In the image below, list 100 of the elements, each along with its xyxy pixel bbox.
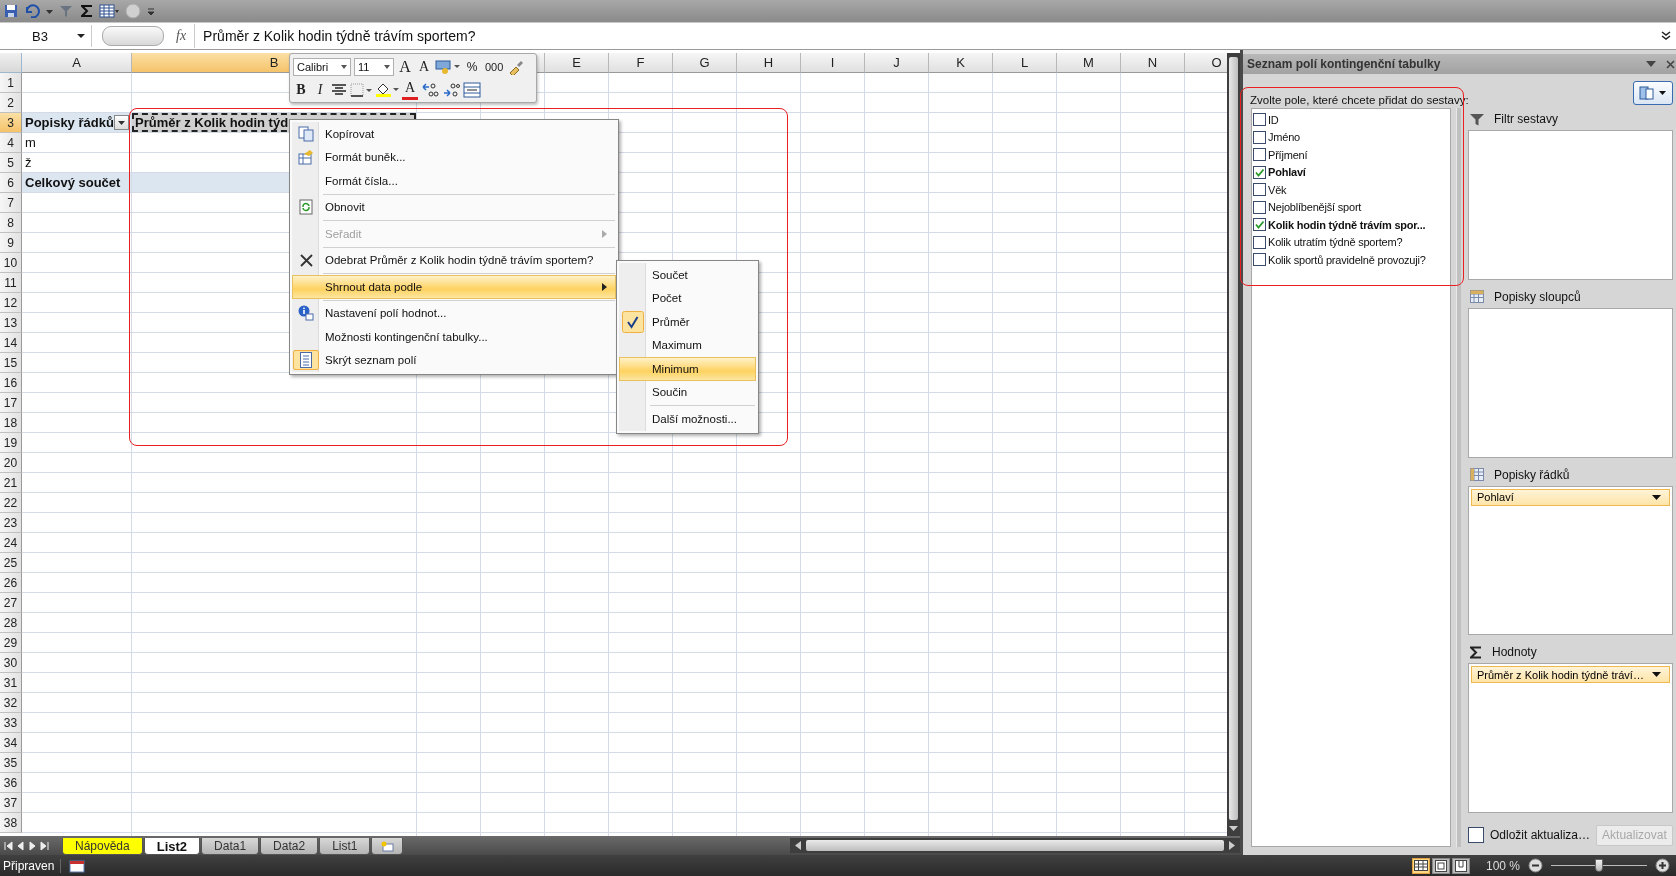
row-header[interactable]: 11	[0, 273, 22, 293]
borders-icon[interactable]	[350, 82, 372, 97]
scrollbar-thumb[interactable]	[1229, 57, 1238, 820]
scroll-down-icon[interactable]	[1229, 826, 1238, 832]
drop-area[interactable]: Průměr z Kolik hodin týdně tráví…	[1468, 663, 1673, 813]
checkbox[interactable]	[1253, 253, 1266, 267]
menu-item[interactable]: Maximum	[619, 333, 756, 357]
field-label[interactable]: Kolik sportů pravidelně provozuji?	[1268, 253, 1426, 266]
italic-button[interactable]: I	[312, 79, 328, 100]
row-header[interactable]: 29	[0, 633, 22, 653]
checkbox[interactable]	[1253, 165, 1266, 179]
checkbox[interactable]	[1253, 113, 1266, 127]
row-header[interactable]: 26	[0, 573, 22, 593]
bold-button[interactable]: B	[293, 79, 309, 100]
row-header[interactable]: 12	[0, 293, 22, 313]
row-header[interactable]: 21	[0, 473, 22, 493]
thousands-separator-button[interactable]: 000	[483, 56, 506, 77]
checkbox[interactable]	[1468, 827, 1484, 843]
column-header[interactable]: J	[865, 53, 929, 73]
sheet-tab[interactable]: Data1	[201, 838, 260, 855]
row-header[interactable]: 17	[0, 393, 22, 413]
scroll-left-icon[interactable]	[794, 841, 802, 850]
row-header[interactable]: 33	[0, 713, 22, 733]
increase-decimal-icon[interactable]	[421, 81, 439, 98]
font-size-field[interactable]: 11	[354, 57, 394, 76]
row-header[interactable]: 5	[0, 153, 22, 173]
font-color-button[interactable]: A	[402, 79, 418, 100]
align-center-icon[interactable]	[331, 82, 347, 97]
column-header[interactable]: A	[22, 53, 132, 73]
menu-item[interactable]: Skrýt seznam polí	[292, 348, 616, 372]
column-header[interactable]: E	[545, 53, 609, 73]
slider-thumb[interactable]	[1595, 858, 1603, 872]
percent-button[interactable]: %	[464, 56, 480, 77]
zoom-in-icon[interactable]	[1655, 858, 1670, 873]
row-header[interactable]: 23	[0, 513, 22, 533]
menu-item[interactable]: Obnovit	[292, 195, 616, 219]
field-label[interactable]: Věk	[1268, 183, 1287, 196]
row-header[interactable]: 37	[0, 793, 22, 813]
zoom-out-icon[interactable]	[1528, 858, 1543, 873]
row-header[interactable]: 13	[0, 313, 22, 333]
merge-cells-icon[interactable]	[463, 81, 481, 98]
menu-item[interactable]: Shrnout data podle	[292, 275, 616, 299]
row-header[interactable]: 27	[0, 593, 22, 613]
zoom-slider[interactable]	[1551, 857, 1647, 874]
field-label[interactable]: Příjmení	[1268, 148, 1308, 161]
row-header[interactable]: 8	[0, 213, 22, 233]
row-header[interactable]: 36	[0, 773, 22, 793]
money-icon[interactable]	[435, 58, 461, 75]
fill-color-icon[interactable]	[375, 81, 399, 98]
row-header[interactable]: 16	[0, 373, 22, 393]
menu-item[interactable]: Nastavení polí hodnot...	[292, 301, 616, 325]
menu-item[interactable]: Minimum	[619, 357, 756, 381]
field-label[interactable]: ID	[1268, 113, 1279, 126]
row-header[interactable]: 19	[0, 433, 22, 453]
menu-item[interactable]: Formát buněk...	[292, 145, 616, 169]
menu-item[interactable]: Součet	[619, 263, 756, 287]
field-label[interactable]: Kolik utratím týdně sportem?	[1268, 236, 1403, 249]
sheet-tab[interactable]: List1	[319, 838, 371, 855]
undo-icon[interactable]	[24, 4, 40, 18]
expand-icon[interactable]	[1661, 31, 1671, 41]
row-header[interactable]: 4	[0, 133, 22, 153]
insert-sheet-button[interactable]	[371, 838, 404, 855]
checkbox[interactable]	[1253, 218, 1266, 232]
horizontal-scrollbar[interactable]	[790, 838, 1240, 853]
row-header[interactable]: 32	[0, 693, 22, 713]
row-header[interactable]: 14	[0, 333, 22, 353]
column-header[interactable]: L	[993, 53, 1057, 73]
page-break-button[interactable]	[1451, 857, 1470, 874]
checkbox[interactable]	[1253, 183, 1266, 197]
column-header[interactable]: F	[609, 53, 673, 73]
menu-item[interactable]: Počet	[619, 286, 756, 310]
row-header[interactable]: 34	[0, 733, 22, 753]
row-header[interactable]: 7	[0, 193, 22, 213]
row-header[interactable]: 18	[0, 413, 22, 433]
field-chip[interactable]: Průměr z Kolik hodin týdně tráví…	[1471, 666, 1670, 684]
row-header[interactable]: 31	[0, 673, 22, 693]
column-header[interactable]: M	[1057, 53, 1121, 73]
menu-item[interactable]: Součin	[619, 380, 756, 404]
insert-function-button[interactable]: fx	[176, 28, 187, 44]
sum-icon[interactable]	[81, 4, 93, 18]
shrink-font-button[interactable]: A	[416, 56, 432, 77]
row-header[interactable]: 22	[0, 493, 22, 513]
checkbox[interactable]	[1253, 130, 1266, 144]
scroll-right-icon[interactable]	[1228, 841, 1236, 850]
row-header[interactable]: 10	[0, 253, 22, 273]
field-label[interactable]: Nejoblíbenější sport	[1268, 201, 1362, 214]
row-header[interactable]: 25	[0, 553, 22, 573]
page-layout-button[interactable]	[1431, 857, 1450, 874]
decrease-decimal-icon[interactable]	[442, 81, 460, 98]
row-header[interactable]: 20	[0, 453, 22, 473]
vertical-scrollbar[interactable]	[1227, 53, 1240, 836]
menu-item[interactable]: Další možnosti...	[619, 407, 756, 431]
sheet-tab[interactable]: List2	[143, 838, 201, 855]
macro-record-icon[interactable]	[69, 858, 86, 873]
menu-item[interactable]: Odebrat Průměr z Kolik hodin týdně trávím sportem?	[292, 248, 616, 272]
drop-area[interactable]: Pohlaví	[1468, 485, 1673, 636]
row-header[interactable]: 15	[0, 353, 22, 373]
layout-button[interactable]	[1632, 81, 1673, 105]
column-header[interactable]: K	[929, 53, 993, 73]
field-label[interactable]: Kolik hodin týdně trávím spor...	[1268, 218, 1426, 231]
